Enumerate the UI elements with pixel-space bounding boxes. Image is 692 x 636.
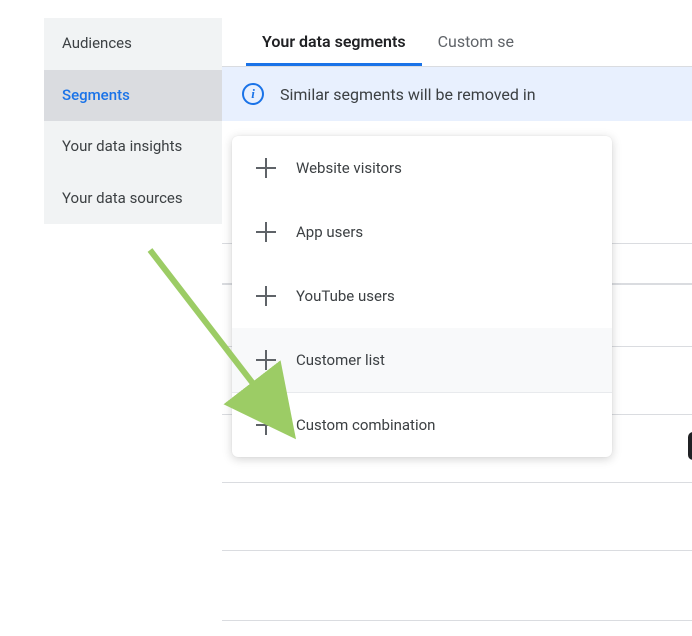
plus-icon <box>256 350 276 370</box>
sidebar-item-data-insights[interactable]: Your data insights <box>44 121 222 173</box>
tab-custom-segments[interactable]: Custom se <box>422 18 514 66</box>
main-content: Your data segments Custom se i Similar s… <box>222 18 692 224</box>
tab-label: Your data segments <box>262 32 406 51</box>
plus-icon <box>256 415 276 435</box>
info-icon: i <box>242 83 264 105</box>
menu-item-customer-list[interactable]: Customer list <box>232 328 612 392</box>
banner-text: Similar segments will be removed in <box>280 85 536 104</box>
menu-item-label: Customer list <box>296 351 385 369</box>
menu-item-label: YouTube users <box>296 287 395 305</box>
menu-item-website-visitors[interactable]: Website visitors <box>232 136 612 200</box>
sidebar-item-label: Your data insights <box>62 137 182 155</box>
sidebar-item-audiences[interactable]: Audiences <box>44 18 222 70</box>
plus-icon <box>256 158 276 178</box>
plus-icon <box>256 286 276 306</box>
sidebar-item-segments[interactable]: Segments <box>44 70 222 122</box>
sidebar-item-label: Segments <box>62 86 130 104</box>
tab-label: Custom se <box>438 32 514 51</box>
sidebar: Audiences Segments Your data insights Yo… <box>44 18 222 224</box>
plus-icon <box>256 222 276 242</box>
sidebar-item-label: Your data sources <box>62 189 183 207</box>
menu-item-app-users[interactable]: App users <box>232 200 612 264</box>
menu-item-custom-combination[interactable]: Custom combination <box>232 393 612 457</box>
scroll-nub <box>688 432 692 460</box>
menu-item-label: Website visitors <box>296 159 402 177</box>
tab-your-data-segments[interactable]: Your data segments <box>246 18 422 66</box>
menu-item-youtube-users[interactable]: YouTube users <box>232 264 612 328</box>
sidebar-item-data-sources[interactable]: Your data sources <box>44 173 222 225</box>
menu-item-label: Custom combination <box>296 416 435 434</box>
info-banner: i Similar segments will be removed in <box>222 67 692 121</box>
sidebar-item-label: Audiences <box>62 34 132 52</box>
tabs: Your data segments Custom se <box>222 18 692 67</box>
segment-type-menu: Website visitors App users YouTube users… <box>232 136 612 457</box>
menu-item-label: App users <box>296 223 363 241</box>
